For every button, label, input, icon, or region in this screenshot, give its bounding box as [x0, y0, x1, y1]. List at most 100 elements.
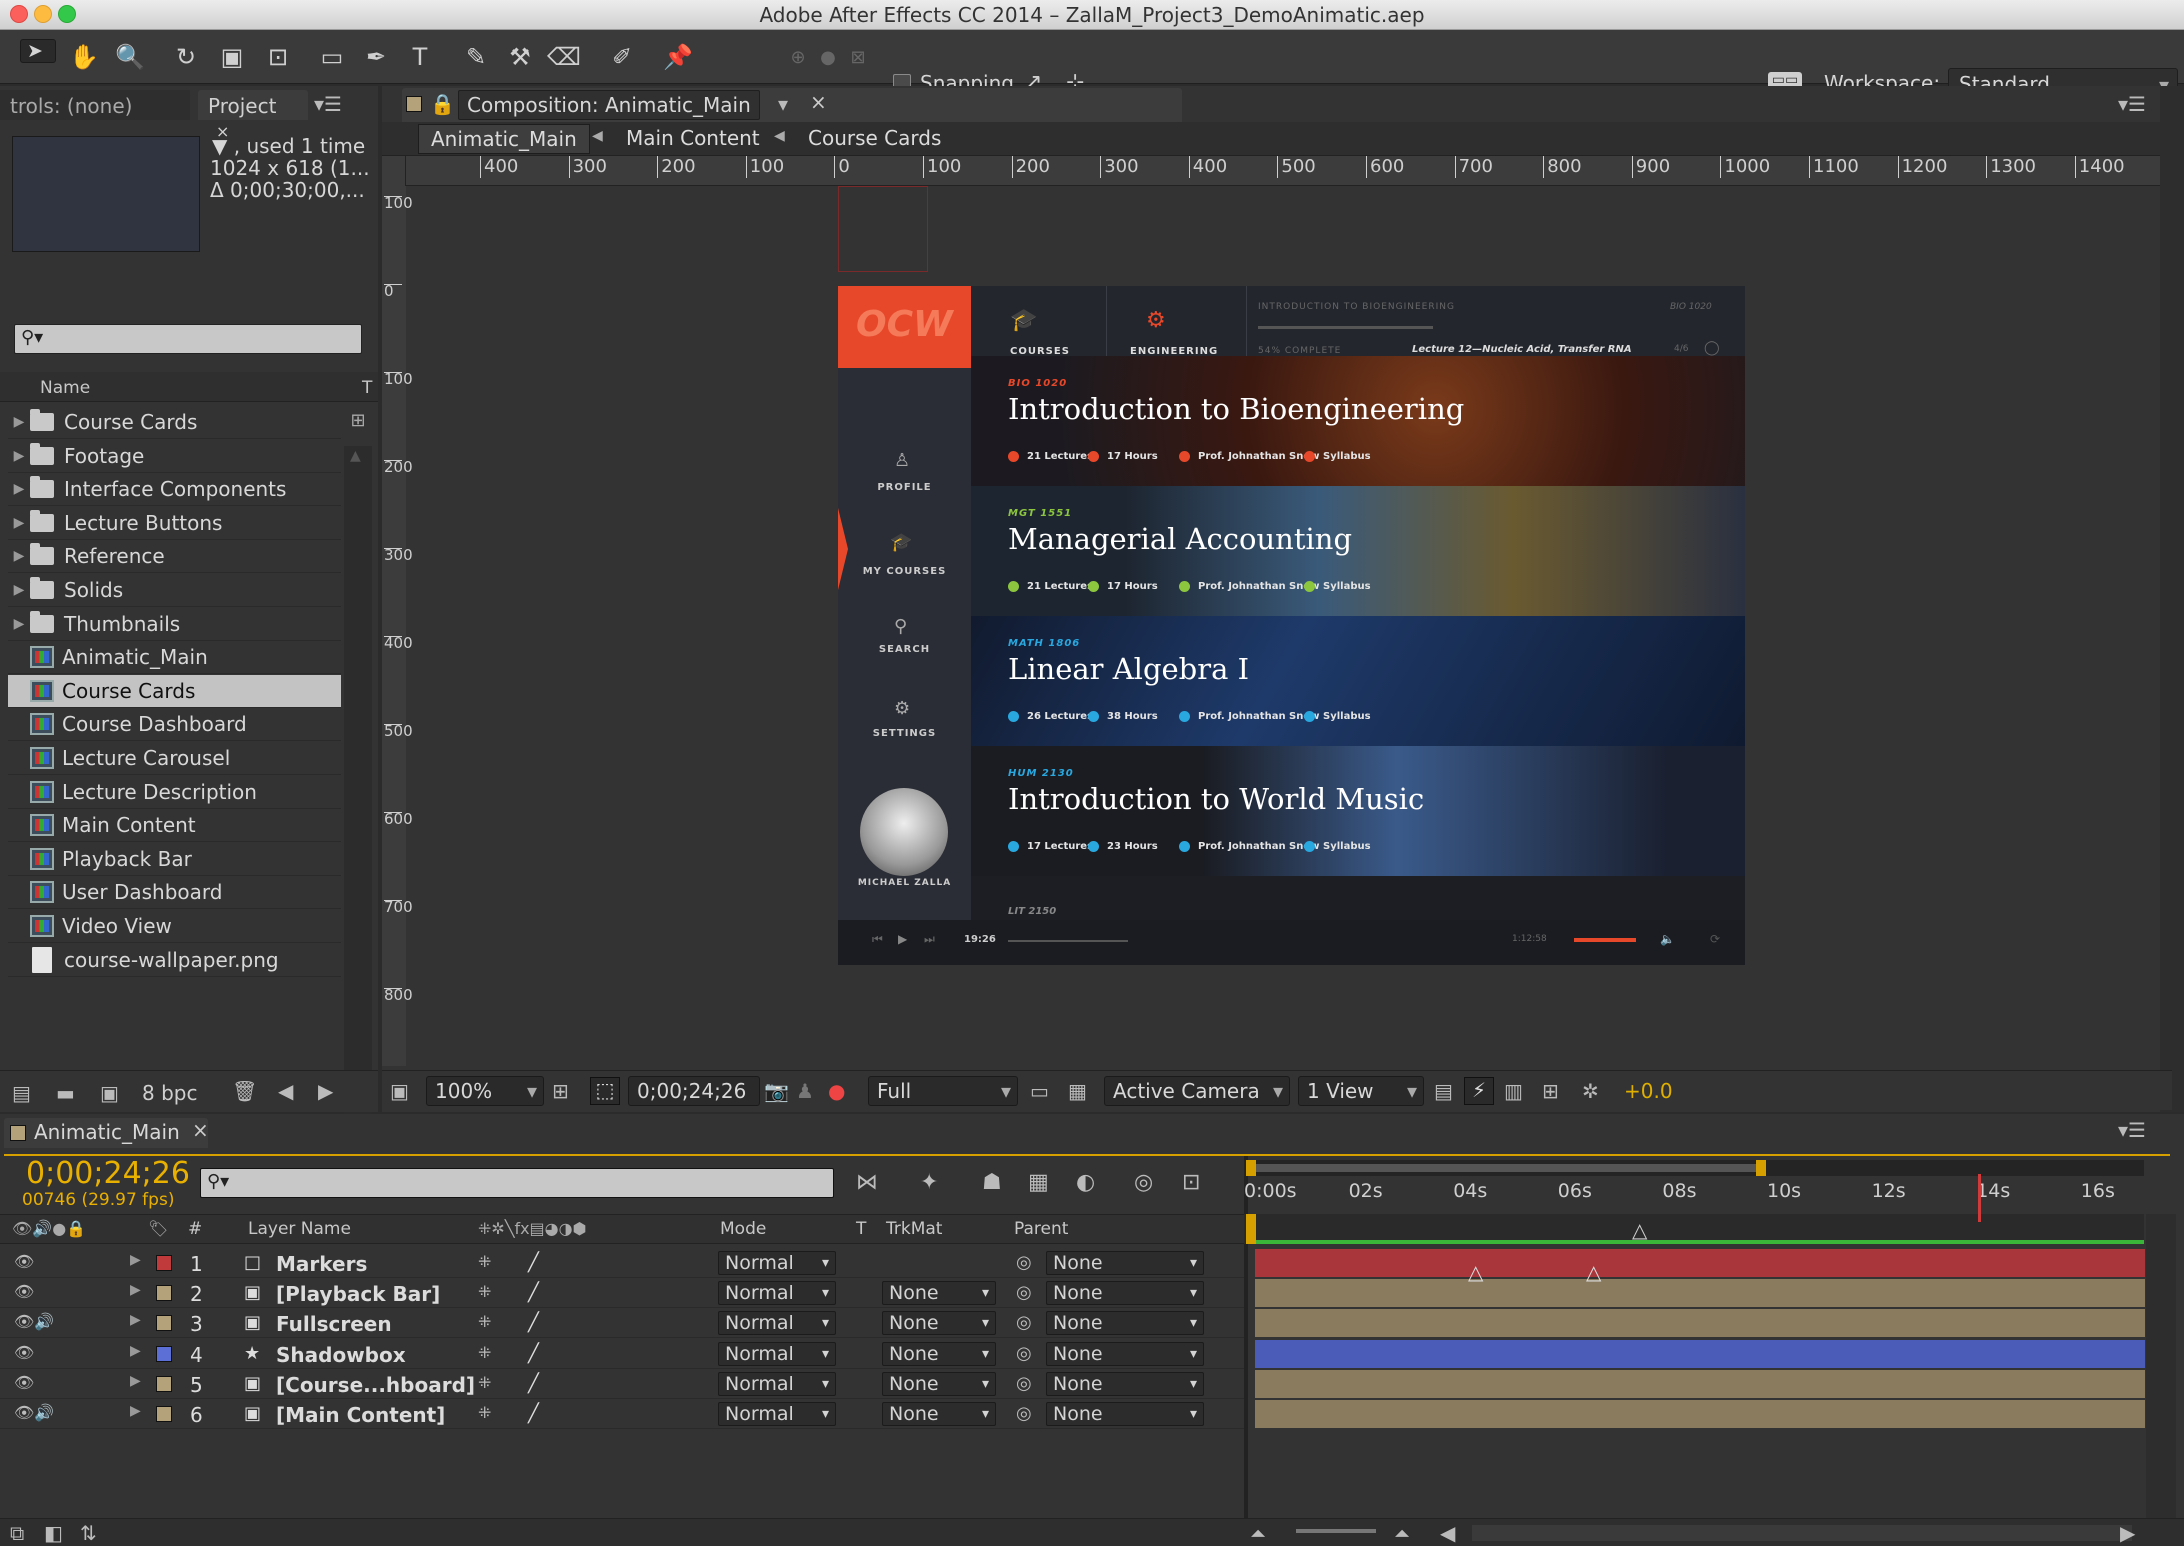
layer-parent-dropdown[interactable]: None ▾: [1046, 1371, 1204, 1396]
scroll-right-icon[interactable]: ▶: [318, 1079, 333, 1103]
layer-duration-bar[interactable]: [1255, 1339, 2145, 1368]
layer-mode-dropdown[interactable]: Normal ▾: [718, 1371, 836, 1396]
audio-icon[interactable]: 🔊: [34, 1403, 54, 1422]
project-item[interactable]: ▶ Reference: [8, 540, 341, 574]
quality-switch-icon[interactable]: ╱: [528, 1252, 539, 1273]
channel-icon[interactable]: ●: [828, 1079, 845, 1103]
zoom-tool-icon[interactable]: 🔍: [112, 39, 148, 75]
navigator-end-handle[interactable]: [1756, 1160, 1766, 1176]
eye-icon[interactable]: 👁: [14, 1312, 34, 1331]
current-time-display[interactable]: 0;00;24;26: [26, 1156, 190, 1191]
breadcrumb-main-content[interactable]: Main Content: [626, 126, 760, 150]
current-time-field[interactable]: 0;00;24;26: [628, 1076, 760, 1106]
composition-preview[interactable]: OCW 🎓 COURSES ⚙ ENGINEERING INTRODUCTION…: [838, 286, 1745, 965]
ruler-origin[interactable]: [382, 156, 406, 186]
quality-switch-icon[interactable]: ╱: [528, 1282, 539, 1303]
rotate-tool-icon[interactable]: ↻: [168, 39, 204, 75]
always-preview-icon[interactable]: ▣: [390, 1079, 409, 1103]
camera-tool-icon[interactable]: ▣: [214, 39, 250, 75]
col-layer-name[interactable]: Layer Name: [248, 1219, 351, 1239]
zoom-dropdown[interactable]: 100% ▾: [426, 1076, 544, 1106]
chevron-down-icon[interactable]: ▾: [778, 92, 788, 116]
lock-icon[interactable]: 🔒: [430, 92, 455, 116]
horizontal-ruler[interactable]: 400 300 200 100 0 100 200 300 400 500 600 700 800 900…: [402, 156, 2172, 186]
project-item[interactable]: Main Content: [8, 809, 341, 843]
layer-mode-dropdown[interactable]: Normal ▾: [718, 1311, 836, 1336]
trash-icon[interactable]: 🗑: [232, 1079, 257, 1103]
shy-switch-icon[interactable]: ⁜: [478, 1373, 491, 1392]
camera-dropdown[interactable]: Active Camera ▾: [1104, 1076, 1290, 1106]
expand-arrow-icon[interactable]: ▶: [130, 1282, 141, 1298]
project-item[interactable]: ▶ Interface Components: [8, 473, 341, 507]
marker-triangle-icon[interactable]: △: [1586, 1260, 1601, 1284]
work-area-start[interactable]: [1246, 1214, 1256, 1244]
composition-tab-label[interactable]: Composition: Animatic_Main: [458, 90, 760, 120]
expand-arrow-icon[interactable]: ▶: [8, 414, 30, 430]
layer-label-color[interactable]: [156, 1406, 172, 1422]
timeline-icon[interactable]: ▥: [1504, 1079, 1523, 1103]
pick-whip-icon[interactable]: ◎: [1016, 1282, 1032, 1303]
scroll-right-icon[interactable]: ▶: [2120, 1521, 2135, 1545]
view-layout-dropdown[interactable]: 1 View ▾: [1298, 1076, 1424, 1106]
tab-effect-controls[interactable]: trols: (none): [0, 90, 190, 120]
course-card[interactable]: HUM 2130 Introduction to World Music 17 Le…: [971, 746, 1745, 876]
navigator-range[interactable]: [1256, 1164, 1756, 1172]
panel-menu-icon[interactable]: ▾☰: [2118, 92, 2146, 116]
layer-trkmat-dropdown[interactable]: None ▾: [882, 1311, 996, 1336]
rectangle-tool-icon[interactable]: ▭: [314, 39, 350, 75]
project-item[interactable]: course-wallpaper.png: [8, 944, 341, 977]
bpc-label[interactable]: 8 bpc: [142, 1081, 197, 1105]
layer-trkmat-dropdown[interactable]: None ▾: [882, 1281, 996, 1306]
toggle-switches-icon[interactable]: ⧉: [10, 1521, 24, 1545]
eraser-tool-icon[interactable]: ⌫: [546, 39, 582, 75]
layer-label-color[interactable]: [156, 1315, 172, 1332]
layer-mode-dropdown[interactable]: Normal ▾: [718, 1402, 836, 1426]
layer-duration-bar[interactable]: [1255, 1309, 2145, 1338]
quality-switch-icon[interactable]: ╱: [528, 1373, 539, 1394]
layer-name[interactable]: [Playback Bar]: [276, 1282, 440, 1306]
new-composition-icon[interactable]: ▣: [100, 1081, 119, 1105]
shy-switch-icon[interactable]: ⁜: [478, 1282, 491, 1301]
scroll-left-icon[interactable]: ◀: [1440, 1521, 1455, 1545]
col-num[interactable]: #: [188, 1219, 202, 1239]
new-folder-icon[interactable]: ▬: [56, 1081, 75, 1105]
layer-duration-bar[interactable]: [1255, 1279, 2145, 1308]
show-snapshot-icon[interactable]: ♟: [796, 1079, 814, 1103]
expand-arrow-icon[interactable]: ▶: [130, 1343, 141, 1359]
layer-name[interactable]: [Course...hboard]: [276, 1373, 475, 1397]
col-t[interactable]: T: [856, 1219, 866, 1239]
layer-trkmat-dropdown[interactable]: None ▾: [882, 1402, 996, 1426]
expand-arrow-icon[interactable]: ▶: [130, 1312, 141, 1328]
layer-label-color[interactable]: [156, 1375, 172, 1392]
breadcrumb-animatic-main[interactable]: Animatic_Main: [418, 124, 590, 154]
layer-mode-dropdown[interactable]: Normal ▾: [718, 1251, 836, 1275]
draft-3d-icon[interactable]: ✦: [920, 1170, 938, 1195]
pick-whip-icon[interactable]: ◎: [1016, 1312, 1032, 1333]
expand-arrow-icon[interactable]: ▶: [130, 1373, 141, 1389]
scroll-up-icon[interactable]: ▲: [350, 448, 361, 464]
project-item[interactable]: ▶ Footage: [8, 440, 341, 473]
expand-arrow-icon[interactable]: ▶: [8, 548, 30, 564]
project-item[interactable]: ▶ Solids: [8, 574, 341, 607]
layer-trkmat-dropdown[interactable]: None ▾: [882, 1341, 996, 1366]
layer-row[interactable]: 👁 ▶ 1 □ Markers ⁜ ╱ Normal ▾ ◎ None ▾: [0, 1248, 1244, 1278]
layer-parent-dropdown[interactable]: None ▾: [1046, 1341, 1204, 1366]
layer-name[interactable]: [Main Content]: [276, 1403, 445, 1427]
project-item[interactable]: Course Cards: [8, 674, 341, 708]
pick-whip-icon[interactable]: ◎: [1016, 1252, 1032, 1273]
audio-icon[interactable]: 🔊: [34, 1312, 54, 1331]
selection-tool-icon[interactable]: ➤: [20, 39, 56, 63]
shy-switch-icon[interactable]: ⁜: [478, 1312, 491, 1331]
layer-row[interactable]: 👁 ▶ 2 ▣ [Playback Bar] ⁜ ╱ Normal ▾ None ▾ ◎ None ▾: [0, 1278, 1244, 1309]
shy-layers-icon[interactable]: ☗: [982, 1170, 1002, 1195]
flowchart-icon[interactable]: ⊞: [1542, 1079, 1559, 1103]
layer-name[interactable]: Fullscreen: [276, 1312, 392, 1336]
project-item[interactable]: Lecture Description: [8, 776, 341, 809]
layer-name[interactable]: Shadowbox: [276, 1343, 406, 1367]
quality-switch-icon[interactable]: ╱: [528, 1312, 539, 1333]
brush-tool-icon[interactable]: ✎: [458, 39, 494, 75]
composition-mini-flowchart-icon[interactable]: ⋈: [856, 1170, 878, 1195]
close-icon[interactable]: ×: [810, 90, 827, 114]
exposure-value[interactable]: +0.0: [1624, 1079, 1673, 1103]
layer-parent-dropdown[interactable]: None ▾: [1046, 1311, 1204, 1336]
